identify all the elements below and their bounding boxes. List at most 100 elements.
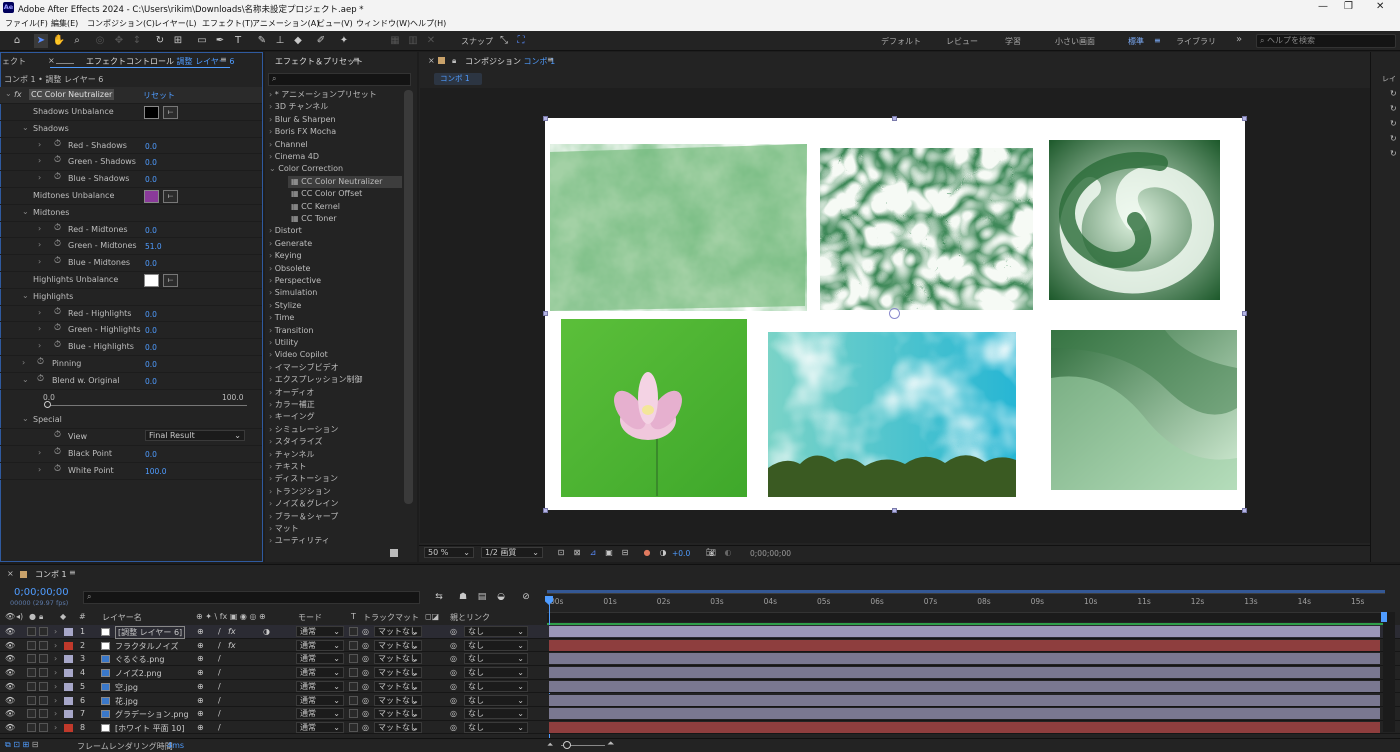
eyedropper-icon[interactable]: ⟝ xyxy=(163,274,178,287)
eyedropper-icon[interactable]: ⟝ xyxy=(163,190,178,203)
chevron-right-icon[interactable]: › xyxy=(54,641,57,650)
dolly-tool-icon[interactable]: ↕ xyxy=(130,34,144,48)
rotate-tool-icon[interactable]: ↻ xyxy=(153,34,167,48)
rotate-icon[interactable]: ↻ xyxy=(1390,101,1397,116)
solo-toggle[interactable] xyxy=(27,654,36,664)
fx-icon[interactable]: fx xyxy=(228,627,236,636)
panel-menu-icon[interactable]: ≡ xyxy=(69,568,76,577)
stopwatch-icon[interactable]: ⏱ xyxy=(37,357,44,367)
pan-tool-icon[interactable]: ✥ xyxy=(112,34,126,48)
layer-name[interactable]: 空.jpg xyxy=(115,682,138,693)
trackmatte-dropdown[interactable]: マットなし ⌄ xyxy=(374,721,422,733)
menu-effect[interactable]: エフェクト(T) xyxy=(202,18,253,29)
snap-target-icon[interactable]: ⛶ xyxy=(514,34,528,48)
work-area-range[interactable] xyxy=(547,590,1385,593)
label-color-swatch[interactable] xyxy=(64,723,73,732)
quality-switch-icon[interactable]: / xyxy=(218,682,221,691)
transparency-grid-icon[interactable]: ⊠ xyxy=(570,546,584,560)
effect-category[interactable]: › Distort xyxy=(266,225,402,237)
lock-icon[interactable] xyxy=(56,56,74,64)
pickwhip-icon[interactable]: ◎ xyxy=(450,668,457,677)
chevron-right-icon[interactable]: › xyxy=(38,257,41,266)
rotate-icon[interactable]: ↻ xyxy=(1390,116,1397,131)
pickwhip-icon[interactable]: ◎ xyxy=(450,723,457,732)
end-marker-icon[interactable] xyxy=(1381,612,1387,622)
chevron-right-icon[interactable]: › xyxy=(54,696,57,705)
anchor-point-icon[interactable] xyxy=(889,308,900,319)
shy-switch-icon[interactable]: ⊕ xyxy=(197,641,204,650)
puppet-tool-icon[interactable]: ✦ xyxy=(337,34,351,48)
lock-toggle[interactable] xyxy=(39,627,48,636)
effect-category[interactable]: › Channel xyxy=(266,139,402,151)
timeline-tab[interactable]: コンポ 1 xyxy=(35,569,67,580)
parent-dropdown[interactable]: なし ⌄ xyxy=(464,639,528,651)
effect-category[interactable]: › Cinema 4D xyxy=(266,151,402,163)
rotate-icon[interactable]: ↻ xyxy=(1390,86,1397,101)
quality-switch-icon[interactable]: / xyxy=(218,654,221,663)
shy-switch-icon[interactable]: ⊕ xyxy=(197,682,204,691)
effect-category[interactable]: › Boris FX Mocha xyxy=(266,126,402,138)
lock-toggle[interactable] xyxy=(39,640,48,650)
solo-toggle[interactable] xyxy=(27,695,36,705)
timeline-zoom-knob[interactable] xyxy=(563,741,571,749)
stopwatch-icon[interactable]: ⏱ xyxy=(54,239,61,249)
effect-category[interactable]: › Perspective xyxy=(266,275,402,287)
effect-category[interactable]: › オーディオ xyxy=(266,387,402,399)
chevron-right-icon[interactable]: › xyxy=(38,140,41,149)
stopwatch-icon[interactable]: ⏱ xyxy=(54,447,61,457)
layer-name[interactable]: [ホワイト 平面 10] xyxy=(115,723,185,734)
view-options-icon[interactable]: ⊟ xyxy=(618,546,632,560)
effect-category[interactable]: › Generate xyxy=(266,238,402,250)
align3-icon[interactable]: ✕ xyxy=(424,34,438,48)
menu-edit[interactable]: 編集(E) xyxy=(51,18,78,29)
effect-category[interactable]: › イマーシブビデオ xyxy=(266,362,402,374)
effect-category[interactable]: › Stylize xyxy=(266,300,402,312)
label-color-swatch[interactable] xyxy=(64,682,73,691)
effect-tab-stub[interactable]: ェクト xyxy=(2,56,26,67)
eye-icon[interactable]: 👁︎ xyxy=(5,723,15,732)
quality-switch-icon[interactable]: / xyxy=(218,696,221,705)
quality-switch-icon[interactable]: / xyxy=(218,627,221,636)
menu-animation[interactable]: アニメーション(A) xyxy=(252,18,319,29)
solo-toggle-icon[interactable]: ● xyxy=(29,612,36,621)
effect-category[interactable]: › Time xyxy=(266,312,402,324)
trackmatte-dropdown[interactable]: マットなし ⌄ xyxy=(374,653,422,665)
param-value[interactable]: 0.0 xyxy=(145,259,157,268)
layers-panel-stub[interactable]: レイ xyxy=(1382,74,1396,84)
effects-scrollbar[interactable] xyxy=(404,90,413,504)
effect-category[interactable]: › チャンネル xyxy=(266,449,402,461)
zoom-out-icon[interactable]: ⏶ xyxy=(547,740,553,750)
toggle-switches-icon[interactable]: ⧉ xyxy=(5,740,11,749)
effect-category[interactable]: › カラー補正 xyxy=(266,399,402,411)
shy-switch-icon[interactable]: ⊕ xyxy=(197,627,204,636)
lock-toggle[interactable] xyxy=(39,654,48,664)
blend-slider-track[interactable] xyxy=(47,405,247,406)
chevron-down-icon[interactable]: ⌄ xyxy=(22,375,29,384)
shy-switch-icon[interactable]: ⊕ xyxy=(197,723,204,732)
transform-handle[interactable] xyxy=(543,116,548,121)
layer-duration-bar[interactable] xyxy=(549,694,1380,706)
workspace-small-screen[interactable]: 小さい画面 xyxy=(1055,36,1095,47)
snapshot-icon[interactable]: 📷︎ xyxy=(704,546,718,560)
comp-timecode[interactable]: 0;00;00;00 xyxy=(750,549,791,558)
anchor-tool-icon[interactable]: ⊞ xyxy=(171,34,185,48)
lock-toggle[interactable] xyxy=(39,695,48,705)
workspace-learn[interactable]: 学習 xyxy=(1005,36,1021,47)
roto-brush-tool-icon[interactable]: ✐ xyxy=(314,34,328,48)
effect-category[interactable]: ⌄ Color Correction xyxy=(266,163,402,175)
param-value[interactable]: 0.0 xyxy=(145,226,157,235)
mode-dropdown[interactable]: 通常 ⌄ xyxy=(296,721,344,733)
mode-dropdown[interactable]: 通常 ⌄ xyxy=(296,639,344,651)
effect-category[interactable]: › 3D チャンネル xyxy=(266,101,402,113)
timeline-search-input[interactable]: ⌕ xyxy=(83,591,420,604)
layer-name[interactable]: フラクタルノイズ xyxy=(115,641,178,652)
matte-link-icon[interactable]: ◎ xyxy=(362,654,369,663)
quality-switch-icon[interactable]: / xyxy=(218,723,221,732)
zoom-tool-icon[interactable]: ⌕ xyxy=(70,34,84,48)
chevron-right-icon[interactable]: › xyxy=(22,358,25,367)
pickwhip-icon[interactable]: ◎ xyxy=(450,627,457,636)
effect-category[interactable]: › スタイライズ xyxy=(266,436,402,448)
layer-duration-bar[interactable] xyxy=(549,626,1380,637)
new-folder-icon[interactable] xyxy=(390,549,398,557)
chevron-down-icon[interactable]: ⌄ xyxy=(22,123,29,132)
